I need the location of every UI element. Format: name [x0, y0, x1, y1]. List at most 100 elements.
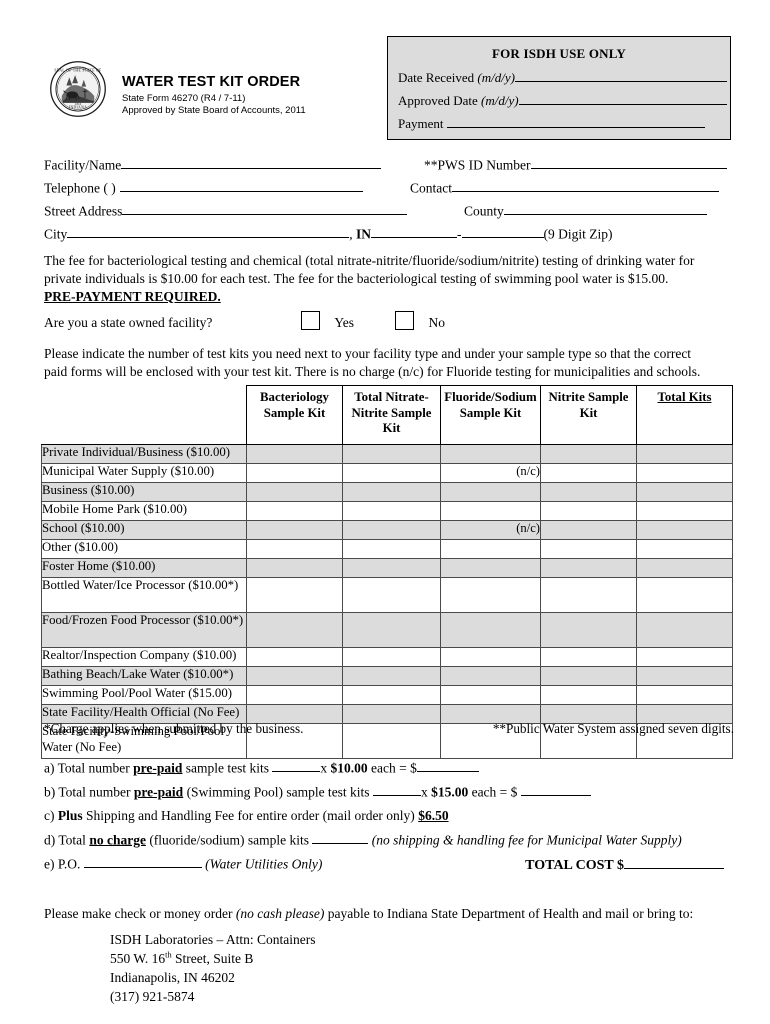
row-cell-total-kits[interactable]: [636, 666, 733, 686]
address-phone: (317) 921-5874: [110, 989, 195, 1005]
row-cell-bacteriology[interactable]: [246, 685, 343, 705]
table-header-row: Bacteriology Sample Kit Total Nitrate-Ni…: [41, 385, 733, 445]
pws-id-input[interactable]: [530, 157, 727, 170]
row-cell-bacteriology[interactable]: [246, 666, 343, 686]
row-cell-fluoride-sodium[interactable]: [440, 501, 541, 521]
row-cell-nitrate-nitrite[interactable]: [342, 444, 441, 464]
item-b-quantity-input[interactable]: [372, 784, 421, 797]
row-cell-bacteriology[interactable]: [246, 501, 343, 521]
row-cell-nitrite[interactable]: [540, 666, 637, 686]
row-cell-nitrate-nitrite[interactable]: [342, 501, 441, 521]
table-row: Swimming Pool/Pool Water ($15.00): [41, 685, 733, 705]
row-cell-nitrate-nitrite[interactable]: [342, 558, 441, 578]
row-cell-nitrate-nitrite[interactable]: [342, 647, 441, 667]
item-a-total-input[interactable]: [416, 760, 479, 773]
contact-input[interactable]: [452, 180, 719, 193]
state-owned-no-checkbox[interactable]: [394, 311, 414, 330]
row-label: School ($10.00): [41, 520, 247, 540]
city-input[interactable]: [67, 226, 350, 239]
county-group: County: [464, 203, 707, 219]
item-d-note: (no shipping & handling fee for Municipa…: [371, 832, 682, 848]
row-cell-fluoride-sodium[interactable]: [440, 685, 541, 705]
isdh-approved-date-input[interactable]: [518, 93, 727, 106]
state-owned-yes-checkbox[interactable]: [301, 311, 321, 330]
zip4-input[interactable]: [461, 226, 544, 239]
column-header-bacteriology: Bacteriology Sample Kit: [246, 385, 343, 445]
row-cell-nitrate-nitrite[interactable]: [342, 482, 441, 502]
row-cell-total-kits[interactable]: [636, 444, 733, 464]
row-cell-nitrate-nitrite[interactable]: [342, 463, 441, 483]
facility-name-input[interactable]: [121, 157, 382, 170]
row-cell-total-kits[interactable]: [636, 539, 733, 559]
row-cell-nitrate-nitrite[interactable]: [342, 685, 441, 705]
row-cell-fluoride-sodium[interactable]: [440, 444, 541, 464]
row-cell-nitrate-nitrite[interactable]: [342, 666, 441, 686]
row-cell-fluoride-sodium[interactable]: [440, 612, 541, 648]
column-header-total-nitrate-nitrite: Total Nitrate-Nitrite Sample Kit: [342, 385, 441, 445]
table-row: School ($10.00) (n/c): [41, 520, 733, 540]
field-row-facility-pws: Facility/Name **PWS ID Number: [44, 157, 732, 180]
row-cell-total-kits[interactable]: [636, 520, 733, 540]
row-cell-fluoride-sodium[interactable]: (n/c): [440, 520, 541, 540]
county-input[interactable]: [503, 203, 707, 216]
zip5-input[interactable]: [371, 226, 458, 239]
row-cell-nitrite[interactable]: [540, 612, 637, 648]
pws-id-group: **PWS ID Number: [424, 157, 727, 173]
item-a-prefix: a) Total number: [44, 760, 134, 776]
row-cell-fluoride-sodium[interactable]: [440, 647, 541, 667]
row-cell-nitrite[interactable]: [540, 558, 637, 578]
row-cell-fluoride-sodium[interactable]: [440, 482, 541, 502]
row-cell-nitrite[interactable]: [540, 539, 637, 559]
row-cell-nitrate-nitrite[interactable]: [342, 539, 441, 559]
row-cell-total-kits[interactable]: [636, 647, 733, 667]
telephone-input[interactable]: [119, 180, 363, 193]
row-cell-bacteriology[interactable]: [246, 558, 343, 578]
row-cell-nitrite[interactable]: [540, 463, 637, 483]
row-cell-fluoride-sodium[interactable]: [440, 539, 541, 559]
row-cell-nitrite[interactable]: [540, 685, 637, 705]
item-b: b) Total number pre-paid (Swimming Pool)…: [44, 784, 734, 808]
row-cell-bacteriology[interactable]: [246, 520, 343, 540]
row-cell-bacteriology[interactable]: [246, 647, 343, 667]
street-address-input[interactable]: [122, 203, 408, 216]
row-cell-nitrite[interactable]: [540, 444, 637, 464]
column-header-nitrite: Nitrite Sample Kit: [540, 385, 637, 445]
row-cell-bacteriology[interactable]: [246, 482, 343, 502]
row-cell-bacteriology[interactable]: [246, 539, 343, 559]
row-cell-fluoride-sodium[interactable]: [440, 577, 541, 613]
row-cell-total-kits[interactable]: [636, 482, 733, 502]
row-cell-bacteriology[interactable]: [246, 444, 343, 464]
row-cell-bacteriology[interactable]: [246, 463, 343, 483]
item-e-po-input[interactable]: [83, 856, 202, 869]
row-cell-nitrite[interactable]: [540, 577, 637, 613]
row-cell-fluoride-sodium[interactable]: [440, 558, 541, 578]
item-d-quantity-input[interactable]: [312, 832, 369, 845]
county-label: County: [464, 203, 504, 219]
row-cell-nitrite[interactable]: [540, 482, 637, 502]
row-cell-total-kits[interactable]: [636, 577, 733, 613]
row-cell-total-kits[interactable]: [636, 463, 733, 483]
row-cell-bacteriology[interactable]: [246, 612, 343, 648]
test-kit-table: Bacteriology Sample Kit Total Nitrate-Ni…: [41, 385, 733, 759]
row-cell-total-kits[interactable]: [636, 685, 733, 705]
item-d-mid: (fluoride/sodium) sample kits: [145, 832, 313, 848]
row-cell-nitrite[interactable]: [540, 520, 637, 540]
item-b-total-input[interactable]: [520, 784, 591, 797]
item-a-quantity-input[interactable]: [272, 760, 321, 773]
table-row: Bottled Water/Ice Processor ($10.00*): [41, 577, 733, 613]
row-cell-bacteriology[interactable]: [246, 577, 343, 613]
row-cell-nitrate-nitrite[interactable]: [342, 520, 441, 540]
svg-text:SEAL OF THE STATE OF: SEAL OF THE STATE OF: [54, 69, 101, 73]
row-cell-fluoride-sodium[interactable]: (n/c): [440, 463, 541, 483]
row-cell-total-kits[interactable]: [636, 501, 733, 521]
row-cell-fluoride-sodium[interactable]: [440, 666, 541, 686]
row-cell-nitrate-nitrite[interactable]: [342, 577, 441, 613]
isdh-date-received-input[interactable]: [514, 70, 727, 83]
row-cell-nitrite[interactable]: [540, 647, 637, 667]
row-cell-total-kits[interactable]: [636, 612, 733, 648]
isdh-payment-input[interactable]: [446, 116, 705, 129]
total-cost-input[interactable]: [624, 856, 724, 869]
row-cell-total-kits[interactable]: [636, 558, 733, 578]
row-cell-nitrate-nitrite[interactable]: [342, 612, 441, 648]
row-cell-nitrite[interactable]: [540, 501, 637, 521]
